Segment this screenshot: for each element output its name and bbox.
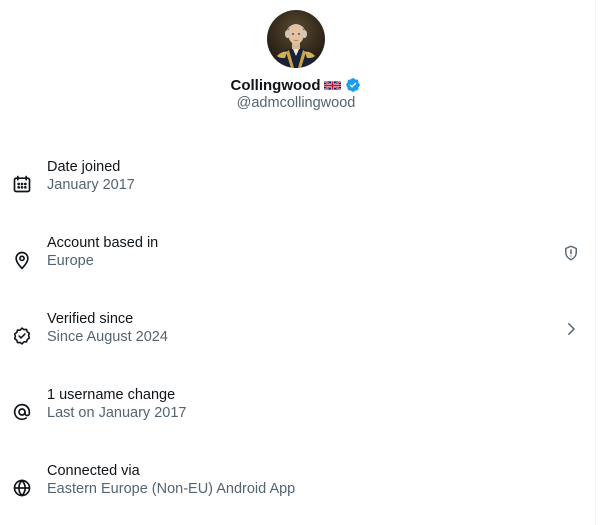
- info-row-connected-via: Connected via Eastern Europe (Non-EU) An…: [0, 462, 592, 518]
- location-pin-icon: [12, 250, 32, 270]
- profile-header: Collingwood @admcollingwood: [0, 0, 592, 120]
- info-row-text: Date joined January 2017: [47, 158, 135, 194]
- verified-check-icon: [12, 326, 32, 346]
- info-row-text: 1 username change Last on January 2017: [47, 386, 186, 422]
- name-row: Collingwood: [0, 75, 592, 95]
- chevron-right-icon[interactable]: [562, 320, 580, 338]
- info-row-label: 1 username change: [47, 387, 176, 403]
- uk-flag-icon: [324, 79, 342, 92]
- at-sign-icon: [12, 402, 32, 422]
- info-row-username-change: 1 username change Last on January 2017: [0, 386, 592, 442]
- info-row-label: Account based in: [47, 235, 159, 251]
- info-row-label: Verified since: [47, 311, 134, 327]
- display-name[interactable]: Collingwood: [231, 77, 321, 94]
- avatar[interactable]: [267, 10, 325, 68]
- shield-info-icon[interactable]: [562, 244, 580, 262]
- info-row-label: Date joined: [47, 159, 121, 175]
- scrollbar[interactable]: [595, 0, 604, 525]
- calendar-icon: [12, 174, 32, 194]
- info-row-value: Since August 2024: [47, 329, 168, 345]
- info-row-text: Connected via Eastern Europe (Non-EU) An…: [47, 462, 295, 498]
- info-row-value: Eastern Europe (Non-EU) Android App: [47, 481, 296, 497]
- info-row-value: Europe: [47, 253, 94, 269]
- profile-handle[interactable]: @admcollingwood: [0, 95, 592, 111]
- info-row-verified-since[interactable]: Verified since Since August 2024: [0, 310, 592, 366]
- info-row-text: Account based in Europe: [47, 234, 158, 270]
- info-row-account-based-in: Account based in Europe: [0, 234, 592, 290]
- info-row-value: January 2017: [47, 177, 135, 193]
- info-row-text: Verified since Since August 2024: [47, 310, 168, 346]
- info-row-label: Connected via: [47, 463, 140, 479]
- info-row-value: Last on January 2017: [47, 405, 187, 421]
- verified-badge-icon[interactable]: [345, 77, 361, 93]
- profile-about-panel: Collingwood @admcollingwood Date joined …: [0, 0, 604, 525]
- info-row-date-joined: Date joined January 2017: [0, 158, 592, 214]
- globe-icon: [12, 478, 32, 498]
